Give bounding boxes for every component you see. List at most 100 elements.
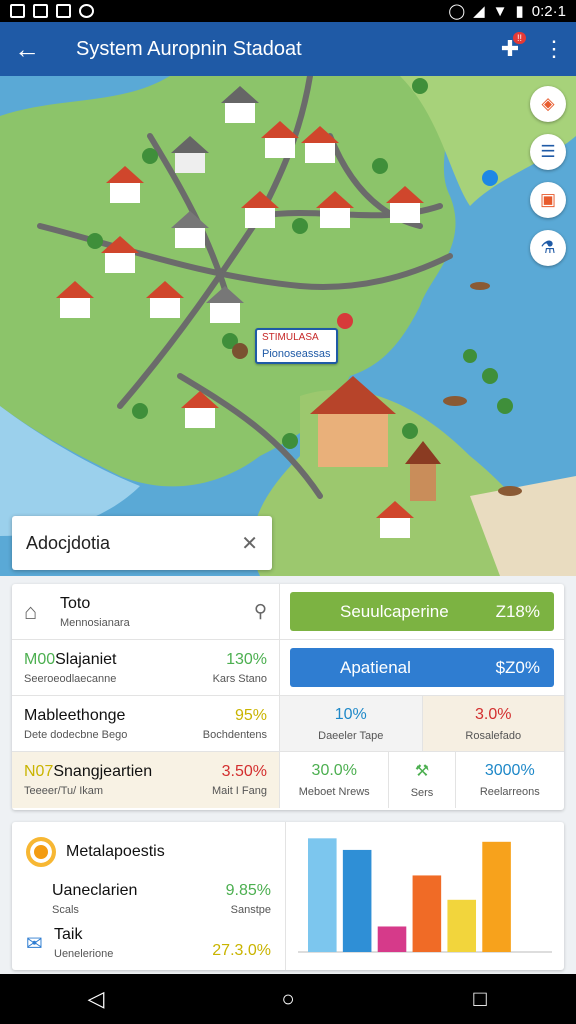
- search-input[interactable]: Adocjdotia: [26, 533, 241, 554]
- layers-button[interactable]: ◈: [530, 86, 566, 122]
- metric-title: Uaneclarien: [52, 882, 138, 899]
- stat-cell[interactable]: 3.0% Rosalefado: [422, 696, 564, 751]
- map-illustration: [0, 76, 576, 576]
- metric-title: Taik: [54, 926, 83, 943]
- signal-icon: ◢: [473, 3, 485, 20]
- stat-value: 3.0%: [475, 705, 512, 723]
- status-time: 0:2·1: [531, 2, 566, 20]
- row-title: Toto: [60, 594, 91, 612]
- close-icon[interactable]: ✕: [241, 531, 258, 556]
- row-title: N07Snangjeartien: [24, 763, 212, 781]
- more-vert-icon: ⋮: [543, 36, 565, 61]
- metrics-row[interactable]: ✉ Taik Uenelerione 27.3.0%: [26, 926, 271, 960]
- map-marker-label[interactable]: STIMULASA Pionoseassas: [255, 328, 338, 365]
- back-button[interactable]: ←: [0, 22, 54, 76]
- arrow-left-icon: ←: [14, 33, 40, 64]
- map-view[interactable]: STIMULASA Pionoseassas ◈ ☰ ▣ ⚗: [0, 76, 576, 576]
- nav-home-button[interactable]: ○: [258, 974, 318, 1024]
- row-subtitle: Seeroeodlaecanne: [24, 672, 117, 685]
- stat-cell[interactable]: ⚒ Sers: [389, 752, 456, 808]
- nav-recents-button[interactable]: □: [450, 974, 510, 1024]
- stat-label: Meboet Nrews: [298, 786, 370, 798]
- search-icon[interactable]: ⚲: [254, 592, 267, 631]
- metric-subtitle: Uenelerione: [54, 948, 114, 960]
- bar-chart-svg: [298, 838, 552, 953]
- stat-value: 3000%: [484, 762, 535, 779]
- square-recents-icon: □: [473, 986, 487, 1011]
- metrics-title: Metalapoestis: [66, 843, 165, 860]
- wifi-icon: ▼: [492, 2, 508, 20]
- stat-cell[interactable]: 10% Daeeler Tape: [280, 696, 423, 751]
- chart-bar: [412, 875, 442, 952]
- row-title: M00Slajaniet: [24, 651, 213, 669]
- metrics-header: Metalapoestis: [26, 832, 271, 872]
- chart-bar: [342, 849, 372, 952]
- list-icon: ☰: [540, 142, 556, 161]
- chart-bar: [308, 838, 337, 952]
- metrics-list: Metalapoestis Uaneclarien Scals 9.85% Sa…: [12, 822, 286, 970]
- blue-action-button[interactable]: Apatienal $Z0%: [290, 648, 554, 687]
- row-value: 95%: [234, 706, 267, 724]
- layers-icon: ◈: [541, 94, 555, 113]
- row-value-label: Mait I Fang: [211, 785, 267, 797]
- map-tool-column: ◈ ☰ ▣ ⚗: [530, 86, 566, 266]
- stats-cell: N07Snangjeartien Teeeer/Tu/ Ikam 3.50% M…: [12, 752, 280, 808]
- row-value-label: Bochdentens: [202, 728, 267, 741]
- stats-row: Mableethonge Dete dodecbne Bego 95% Boch…: [12, 696, 564, 752]
- more-button[interactable]: ⋮: [532, 22, 576, 76]
- button-label: Seuulcaperine: [340, 601, 449, 621]
- telescope-icon: ⚒: [414, 763, 430, 780]
- nav-back-button[interactable]: ◁: [66, 974, 126, 1024]
- row-subtitle: Mennosianara: [60, 616, 130, 629]
- home-icon: ⌂: [24, 598, 38, 624]
- battery-icon: ▮: [515, 3, 524, 20]
- map-marker-title: STIMULASA: [262, 332, 319, 343]
- stats-row: ⌂ Toto Mennosianara ⚲ Seuulcaperine Z18%: [12, 584, 564, 640]
- bar-chart: [286, 822, 564, 970]
- stat-cell[interactable]: 3000% Reelarreons: [456, 752, 564, 808]
- status-right: ◯ ◢ ▼ ▮ 0:2·1: [448, 2, 566, 21]
- stats-cell: ⌂ Toto Mennosianara ⚲: [12, 584, 280, 639]
- search-field[interactable]: Adocjdotia ✕: [12, 516, 272, 570]
- stat-cell[interactable]: 30.0% Meboet Nrews: [280, 752, 390, 808]
- stat-label: Sers: [410, 787, 434, 799]
- alarm-icon: ◯: [448, 3, 466, 20]
- row-value: 3.50%: [221, 763, 267, 780]
- button-value: $Z0%: [495, 657, 540, 677]
- mail-icon: ✉: [26, 932, 43, 955]
- status-bar: ◯ ◢ ▼ ▮ 0:2·1: [0, 0, 576, 22]
- stats-row: M00Slajaniet Seeroeodlaecanne 130% Kars …: [12, 640, 564, 696]
- notification-icon: [33, 4, 48, 18]
- stat-label: Reelarreons: [479, 786, 540, 798]
- system-nav-bar: ◁ ○ □: [0, 974, 576, 1024]
- stats-row: N07Snangjeartien Teeeer/Tu/ Ikam 3.50% M…: [12, 752, 564, 808]
- chart-bar: [377, 926, 407, 952]
- stat-label: Rosalefado: [465, 729, 522, 742]
- add-person-button[interactable]: ✚ !!: [488, 22, 532, 76]
- stats-cell: M00Slajaniet Seeroeodlaecanne 130% Kars …: [12, 640, 280, 695]
- button-value: Z18%: [495, 601, 540, 621]
- status-dot-icon: [26, 837, 56, 867]
- row-subtitle: Dete dodecbne Bego: [24, 728, 128, 741]
- metrics-row[interactable]: Uaneclarien Scals 9.85% Sanstpe: [26, 882, 271, 916]
- stat-value: 30.0%: [311, 762, 357, 779]
- app-bar: ← System Auropnin Stadoat ✚ !! ⋮: [0, 22, 576, 76]
- row-value-label: Kars Stano: [212, 672, 267, 685]
- notification-badge: !!: [512, 32, 526, 44]
- row-value: 130%: [226, 650, 267, 668]
- lock-button[interactable]: ▣: [530, 182, 566, 218]
- notification-icon: [10, 4, 25, 18]
- map-marker-subtitle: Pionoseassas: [262, 347, 331, 360]
- metric-value: 9.85%: [225, 882, 271, 899]
- list-button[interactable]: ☰: [530, 134, 566, 170]
- circle-home-icon: ○: [281, 986, 295, 1011]
- notification-icon: [79, 4, 94, 18]
- beaker-icon: ⚗: [540, 238, 556, 257]
- stats-cell: Mableethonge Dete dodecbne Bego 95% Boch…: [12, 696, 280, 751]
- green-action-button[interactable]: Seuulcaperine Z18%: [290, 592, 554, 631]
- beaker-button[interactable]: ⚗: [530, 230, 566, 266]
- status-left: [10, 4, 94, 18]
- metrics-card: Metalapoestis Uaneclarien Scals 9.85% Sa…: [12, 822, 564, 970]
- metric-value: 27.3.0%: [212, 942, 271, 959]
- metric-value-label: Sanstpe: [230, 904, 271, 916]
